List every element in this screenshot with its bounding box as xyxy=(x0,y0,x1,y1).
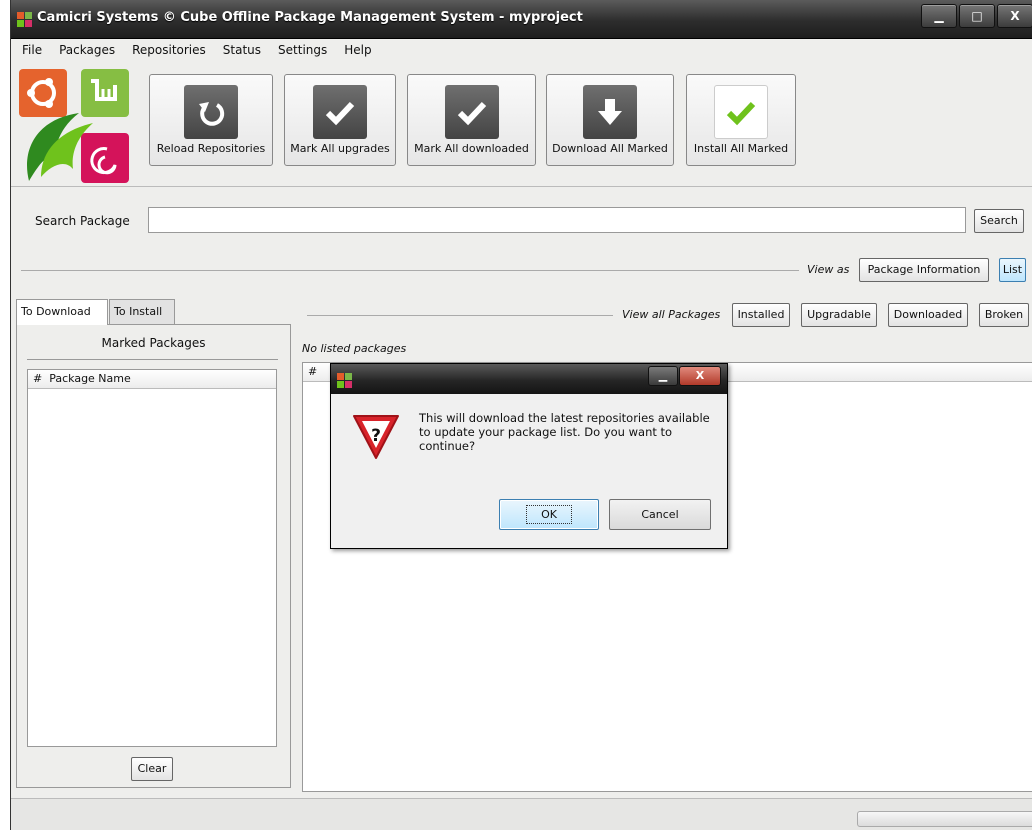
menu-repositories[interactable]: Repositories xyxy=(123,43,214,57)
cancel-button[interactable]: Cancel xyxy=(609,499,711,530)
downloaded-filter-button[interactable]: Downloaded xyxy=(888,303,968,327)
confirm-dialog: ▁ X ? This will download the latest repo… xyxy=(330,363,728,549)
tab-to-install[interactable]: To Install xyxy=(109,299,175,324)
package-information-button[interactable]: Package Information xyxy=(859,258,989,282)
list-view-button[interactable]: List xyxy=(999,258,1026,282)
tab-to-download[interactable]: To Download xyxy=(16,299,108,325)
search-button[interactable]: Search xyxy=(974,209,1024,233)
status-bar xyxy=(11,798,1032,830)
installed-filter-button[interactable]: Installed xyxy=(732,303,790,327)
download-arrow-icon xyxy=(598,99,622,125)
menu-help[interactable]: Help xyxy=(335,43,379,57)
question-warning-icon: ? xyxy=(353,415,399,459)
window-title: Camicri Systems © Cube Offline Package M… xyxy=(37,10,583,25)
mark-all-upgrades-button[interactable]: Mark All upgrades xyxy=(284,74,396,166)
marked-packages-panel: Marked Packages # Package Name Clear xyxy=(16,324,291,788)
ok-label: OK xyxy=(526,505,572,524)
app-icon xyxy=(337,373,352,388)
install-all-marked-label: Install All Marked xyxy=(693,142,789,155)
toolbar: Reload Repositories Mark All upgrades Ma… xyxy=(11,62,1032,187)
menu-bar: File Packages Repositories Status Settin… xyxy=(11,39,1032,61)
mark-all-downloaded-button[interactable]: Mark All downloaded xyxy=(407,74,536,166)
dialog-title-bar[interactable]: ▁ X xyxy=(331,364,727,394)
upgradable-filter-button[interactable]: Upgradable xyxy=(801,303,877,327)
menu-status[interactable]: Status xyxy=(214,43,269,57)
close-button[interactable]: X xyxy=(997,4,1032,28)
mark-all-downloaded-label: Mark All downloaded xyxy=(414,142,529,155)
marked-packages-title: Marked Packages xyxy=(101,336,206,350)
column-package-name[interactable]: Package Name xyxy=(49,372,131,385)
install-all-marked-button[interactable]: Install All Marked xyxy=(686,74,796,166)
maximize-button[interactable]: □ xyxy=(959,4,995,28)
marked-packages-table[interactable]: # Package Name xyxy=(27,369,277,747)
separator xyxy=(21,270,799,271)
download-all-marked-button[interactable]: Download All Marked xyxy=(546,74,674,166)
progress-bar xyxy=(857,811,1032,827)
menu-settings[interactable]: Settings xyxy=(269,43,335,57)
reload-repositories-button[interactable]: Reload Repositories xyxy=(149,74,273,166)
search-input[interactable] xyxy=(148,207,966,233)
mark-all-upgrades-label: Mark All upgrades xyxy=(290,142,390,155)
checkmark-icon xyxy=(325,101,355,126)
view-all-packages-label: View all Packages xyxy=(622,308,721,321)
reload-icon xyxy=(199,102,225,126)
minimize-button[interactable]: ▁ xyxy=(921,4,957,28)
dialog-message: This will download the latest repositori… xyxy=(419,411,710,453)
column-number[interactable]: # xyxy=(33,372,42,385)
search-label: Search Package xyxy=(35,214,130,228)
svg-text:?: ? xyxy=(371,426,381,446)
column-number[interactable]: # xyxy=(308,365,317,378)
checkmark-icon xyxy=(457,101,486,126)
package-list-status: No listed packages xyxy=(302,342,407,355)
green-checkmark-icon xyxy=(726,101,756,126)
dialog-close-button[interactable]: X xyxy=(679,366,721,386)
reload-repositories-label: Reload Repositories xyxy=(156,142,266,155)
table-header: # Package Name xyxy=(28,370,276,389)
clear-button[interactable]: Clear xyxy=(131,757,173,781)
menu-file[interactable]: File xyxy=(13,43,50,57)
app-icon xyxy=(17,12,32,27)
broken-filter-button[interactable]: Broken xyxy=(979,303,1029,327)
dialog-minimize-button[interactable]: ▁ xyxy=(648,366,678,386)
view-as-label: View as xyxy=(807,263,850,276)
ok-button[interactable]: OK xyxy=(499,499,599,530)
title-bar[interactable]: Camicri Systems © Cube Offline Package M… xyxy=(11,0,1032,39)
menu-packages[interactable]: Packages xyxy=(50,43,123,57)
cube-logo xyxy=(19,69,129,183)
download-all-marked-label: Download All Marked xyxy=(552,142,668,155)
